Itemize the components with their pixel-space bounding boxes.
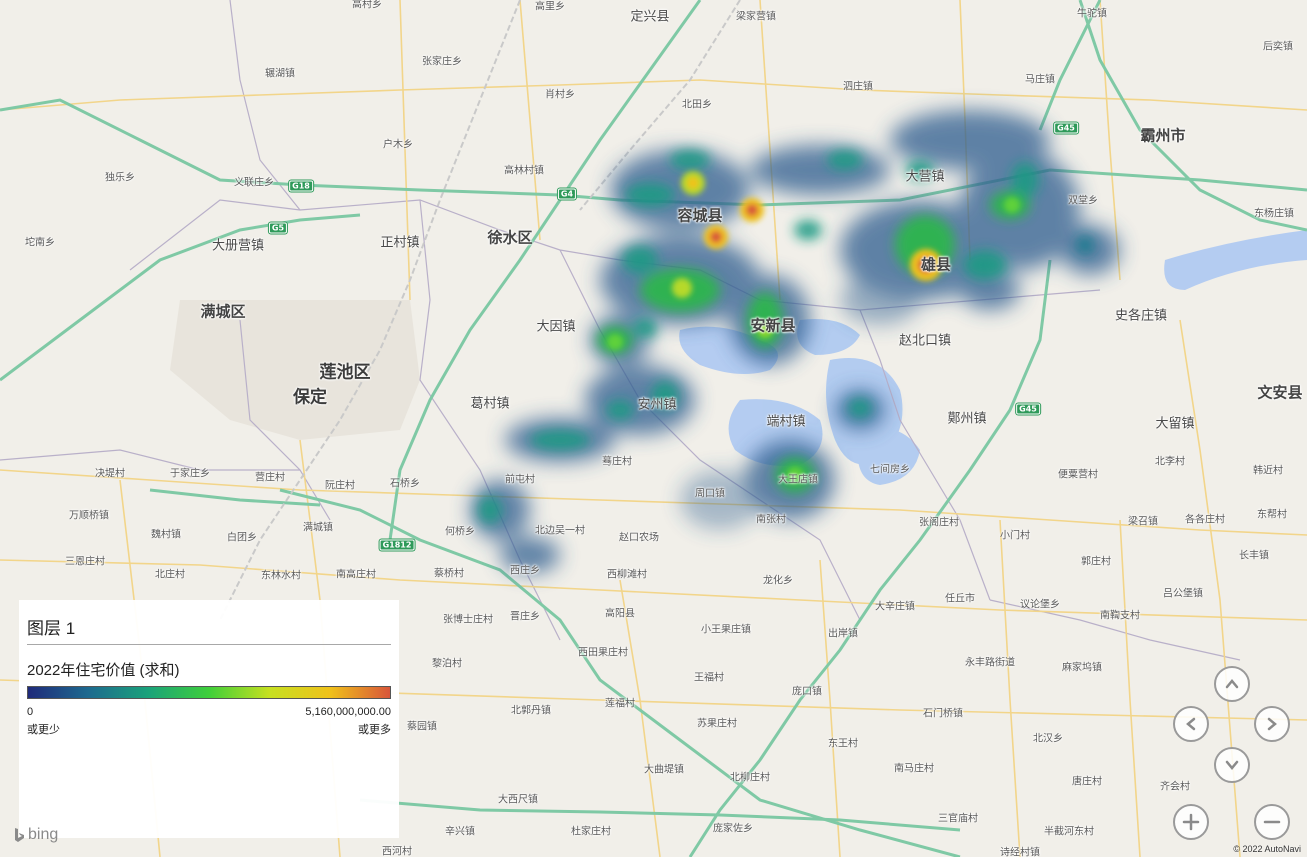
pan-up-button[interactable] (1214, 666, 1250, 702)
bing-logo: bing (14, 826, 58, 844)
legend-field-label: 2022年住宅价值 (求和) (27, 662, 180, 679)
legend-color-ramp (27, 686, 391, 699)
chevron-left-icon (1186, 717, 1196, 731)
plus-icon (1182, 813, 1200, 831)
highway-shield: G18 (289, 180, 313, 192)
legend-divider (27, 644, 391, 645)
urban-area (170, 300, 420, 440)
bing-wordmark: bing (28, 826, 59, 843)
highway-shield: G4 (557, 188, 577, 200)
highway-shield: G1812 (379, 539, 415, 551)
legend-max-value: 5,160,000,000.00 (305, 706, 391, 718)
highway-shield: G5 (268, 222, 288, 234)
pan-down-button[interactable] (1214, 747, 1250, 783)
legend-layer-title: 图层 1 (27, 619, 76, 638)
zoom-in-button[interactable] (1173, 804, 1209, 840)
zoom-out-button[interactable] (1254, 804, 1290, 840)
chevron-up-icon (1225, 679, 1239, 689)
map-view[interactable]: 莲池区 保定 满城区 徐水区 霸州市 文安县 安新县 容城县 雄县 安州镇 定兴… (0, 0, 1307, 857)
pan-left-button[interactable] (1173, 706, 1209, 742)
copyright-notice: © 2022 AutoNavi (1233, 844, 1301, 854)
minus-icon (1263, 820, 1281, 824)
legend-max-note: 或更多 (358, 724, 391, 736)
pan-right-button[interactable] (1254, 706, 1290, 742)
bing-mark-icon (15, 828, 24, 842)
legend-min-value: 0 (27, 706, 34, 718)
chevron-down-icon (1225, 760, 1239, 770)
highway-shield: G45 (1016, 403, 1040, 415)
legend-panel: 图层 1 2022年住宅价值 (求和) 0 5,160,000,000.00 或… (19, 600, 399, 838)
chevron-right-icon (1267, 717, 1277, 731)
legend-min-note: 或更少 (27, 724, 60, 736)
highway-shield: G45 (1054, 122, 1078, 134)
